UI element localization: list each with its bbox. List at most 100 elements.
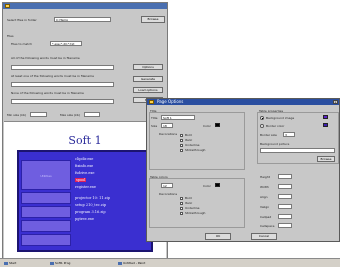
cellpad-label: Cellpad — [260, 215, 272, 219]
file-pattern-input[interactable]: *.exe;*.dll;*.txt — [50, 41, 82, 46]
taskbar-item[interactable]: Soft1 Prog — [50, 260, 110, 267]
table-italic-label: Italic — [185, 201, 193, 205]
close-icon[interactable]: x — [333, 100, 338, 104]
files-section-label: Files — [7, 34, 14, 38]
none-words-input[interactable] — [11, 99, 114, 104]
cellspace-label: Cellspace — [260, 224, 275, 228]
generate-button[interactable]: Generate — [133, 76, 163, 82]
size-input[interactable]: 18 — [161, 123, 173, 128]
border-size-input[interactable]: 3 — [283, 132, 295, 137]
bg-color-swatch[interactable] — [323, 115, 328, 119]
all-words-input[interactable] — [11, 65, 114, 70]
table-color-swatch[interactable] — [215, 183, 220, 187]
main-window-titlebar[interactable] — [3, 3, 167, 9]
align-label: Align — [260, 195, 268, 199]
options-button[interactable]: Options — [133, 64, 163, 70]
cellspace-input[interactable] — [278, 223, 292, 228]
html-preview-pane[interactable]: Soft 1 Utilities clipdir.exe fixinfo.exe… — [4, 121, 166, 258]
bg-browse-button[interactable]: Browse — [317, 156, 335, 162]
max-size-input[interactable] — [84, 112, 100, 117]
table-strikethrough-checkbox[interactable] — [180, 212, 183, 215]
table-strikethrough-label: Strikethrough — [185, 211, 206, 215]
table-cell — [21, 206, 71, 218]
taskbar: Start Soft1 Prog Untitled - Paint — [0, 258, 340, 267]
preview-title: Soft 1 — [68, 134, 102, 147]
table-underline-label: Underline — [185, 206, 200, 210]
table-cell — [21, 220, 71, 232]
taskbar-item[interactable]: Untitled - Paint — [118, 260, 188, 267]
bg-picture-input[interactable] — [260, 148, 335, 153]
color-label: Color — [203, 124, 211, 128]
paint-icon — [118, 262, 122, 265]
min-size-label: Min size (kb) — [7, 113, 27, 117]
start-icon — [4, 262, 8, 265]
align-select[interactable] — [278, 194, 292, 199]
italic-label: Italic — [185, 138, 193, 142]
width-label: Width — [260, 185, 269, 189]
border-color-swatch[interactable] — [323, 123, 328, 127]
any-words-label: At least one of the following words must… — [11, 74, 94, 78]
title-color-swatch[interactable] — [215, 123, 220, 127]
table-size-input[interactable]: 12 — [161, 183, 173, 188]
program-icon — [50, 262, 54, 265]
height-input[interactable] — [278, 174, 292, 179]
list-item[interactable]: pgtree.exe — [75, 216, 151, 223]
valign-label: Valign — [260, 205, 270, 209]
table-decorations-label: Decorations — [159, 192, 178, 196]
cellpad-input[interactable] — [278, 214, 292, 219]
table-bold-checkbox[interactable] — [180, 197, 183, 200]
table-cell — [21, 192, 71, 204]
bg-picture-label: Background picture — [260, 142, 290, 146]
none-words-label: None of the following words must be in f… — [11, 91, 84, 95]
table-cell — [21, 234, 71, 246]
table-italic-checkbox[interactable] — [180, 202, 183, 205]
underline-checkbox[interactable] — [180, 144, 183, 147]
table-color-label: Color — [203, 184, 211, 188]
dialog-titlebar[interactable]: Page Options x — [147, 99, 339, 105]
main-window: Select files in folder C:\Temp Browse Fi… — [2, 2, 168, 260]
list-item[interactable]: projector 10: 11.zip — [75, 195, 151, 202]
select-folder-input[interactable]: C:\Temp — [54, 17, 111, 22]
ok-button[interactable]: OK — [205, 233, 231, 240]
load-options-button[interactable]: Load options — [133, 87, 163, 93]
dialog-icon — [149, 100, 154, 104]
title-groupbox — [149, 112, 245, 170]
bold-checkbox[interactable] — [180, 134, 183, 137]
italic-checkbox[interactable] — [180, 139, 183, 142]
menubar — [3, 9, 167, 14]
title-input[interactable]: Soft 1 — [161, 115, 195, 120]
list-item[interactable]: fsdrive.exe — [75, 170, 151, 177]
cancel-button[interactable]: Cancel — [251, 233, 277, 240]
taskbar-item[interactable]: Start — [4, 260, 44, 267]
list-item[interactable]: fixinfo.exe — [75, 163, 151, 170]
browse-button[interactable]: Browse — [141, 16, 165, 23]
bg-image-radio[interactable] — [260, 116, 264, 120]
list-item[interactable]: clipdir.exe — [75, 156, 151, 163]
taskbar-item-label: Start — [9, 261, 17, 265]
strikethrough-checkbox[interactable] — [180, 149, 183, 152]
any-words-input[interactable] — [11, 82, 114, 87]
border-color-radio[interactable] — [260, 124, 264, 128]
size-label: Size — [151, 124, 158, 128]
taskbar-item-label: Untitled - Paint — [123, 261, 146, 265]
bold-label: Bold — [185, 133, 192, 137]
list-item[interactable]: register.exe — [75, 184, 151, 191]
strikethrough-label: Strikethrough — [185, 148, 206, 152]
list-item-selected[interactable]: spool — [75, 178, 87, 182]
app-icon — [5, 4, 10, 8]
border-color-label: Border color — [266, 124, 285, 128]
min-size-input[interactable] — [30, 112, 47, 117]
list-item[interactable]: program 3.16.zip — [75, 209, 151, 216]
bg-image-label: Background image — [266, 116, 295, 120]
table-bold-label: Bold — [185, 196, 192, 200]
max-size-label: Max size (kb) — [60, 113, 80, 117]
table-underline-checkbox[interactable] — [180, 207, 183, 210]
height-label: Height — [260, 175, 270, 179]
width-input[interactable] — [278, 184, 292, 189]
list-item[interactable]: setup 210_tec.zip — [75, 202, 151, 209]
table-cell: Utilities — [21, 160, 71, 190]
valign-select[interactable] — [278, 204, 292, 209]
page-options-dialog: Page Options x Title Title Soft 1 Size 1… — [146, 98, 340, 242]
file-pattern-label: Files to match — [11, 42, 32, 46]
underline-label: Underline — [185, 143, 200, 147]
